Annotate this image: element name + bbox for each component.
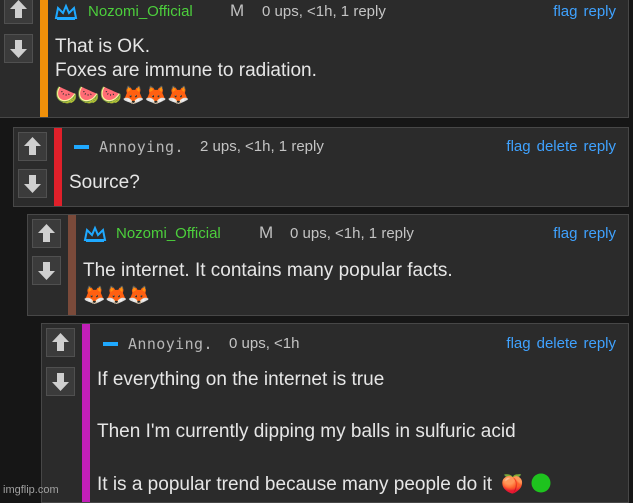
comment-body: The internet. It contains many popular f… [83, 259, 453, 307]
comment-line: Source? [69, 172, 140, 193]
flag-link[interactable]: flag [553, 225, 577, 242]
comment-actions: flag delete reply [500, 335, 616, 352]
watermark: imgflip.com [3, 484, 59, 496]
comment-header: Nozomi_Official M 0 ups, <1h, 1 reply fl… [28, 223, 628, 247]
comment-meta: 0 ups, <1h, 1 reply [262, 3, 386, 20]
delete-link[interactable]: delete [537, 335, 578, 352]
flag-link[interactable]: flag [506, 138, 530, 155]
downvote-button[interactable] [4, 34, 33, 63]
emoji-row: 🍉🍉🍉🦊🦊🦊 [55, 85, 190, 105]
downvote-button[interactable] [18, 169, 47, 198]
comment-text: It is a popular trend because many peopl… [97, 474, 493, 495]
reply-link[interactable]: reply [583, 3, 616, 20]
comment-body: That is OK. Foxes are immune to radiatio… [55, 35, 317, 107]
green-circle-icon [531, 473, 551, 493]
comment-line: Foxes are immune to radiation. [55, 60, 317, 81]
downvote-button[interactable] [32, 256, 61, 285]
reply-link[interactable]: reply [583, 335, 616, 352]
flag-link[interactable]: flag [553, 3, 577, 20]
comment-line: Then I'm currently dipping my balls in s… [97, 421, 516, 442]
comment-header: Annoying. 0 ups, <1h flag delete reply [42, 333, 628, 357]
delete-link[interactable]: delete [537, 138, 578, 155]
reply-link[interactable]: reply [583, 225, 616, 242]
username[interactable]: Nozomi_Official [88, 3, 193, 20]
comment-meta: 0 ups, <1h [229, 335, 300, 352]
comment-header: Nozomi_Official M 0 ups, <1h, 1 reply fl… [0, 1, 628, 25]
peach-emoji: 🍑 [501, 474, 524, 494]
crown-icon [83, 225, 107, 242]
username[interactable]: Annoying. [99, 138, 184, 156]
comment-actions: flag reply [547, 3, 616, 20]
comment-body: If everything on the internet is true Th… [97, 368, 617, 498]
crown-icon [54, 3, 78, 20]
comment-header: Annoying. 2 ups, <1h, 1 reply flag delete… [14, 136, 628, 160]
username[interactable]: Annoying. [128, 335, 213, 353]
mod-badge: M [230, 1, 245, 20]
comment-3: Nozomi_Official M 0 ups, <1h, 1 reply fl… [27, 214, 629, 316]
comment-line [97, 394, 617, 420]
mod-badge: M [259, 223, 274, 242]
comment-1: Nozomi_Official M 0 ups, <1h, 1 reply fl… [0, 0, 629, 118]
comment-line: If everything on the internet is true [97, 369, 385, 390]
comment-actions: flag delete reply [500, 138, 616, 155]
comment-meta: 2 ups, <1h, 1 reply [200, 138, 324, 155]
comment-meta: 0 ups, <1h, 1 reply [290, 225, 414, 242]
emoji-row: 🦊🦊🦊 [83, 285, 151, 305]
comment-line: That is OK. [55, 36, 151, 57]
comment-2: Annoying. 2 ups, <1h, 1 reply flag delete… [13, 127, 629, 207]
anon-badge-icon [74, 145, 89, 149]
comment-line: The internet. It contains many popular f… [83, 260, 453, 281]
flag-link[interactable]: flag [506, 335, 530, 352]
anon-badge-icon [103, 342, 118, 346]
reply-link[interactable]: reply [583, 138, 616, 155]
comment-actions: flag reply [547, 225, 616, 242]
comment-4: Annoying. 0 ups, <1h flag delete reply If … [41, 323, 629, 503]
comment-line: It is a popular trend because many peopl… [97, 472, 617, 498]
username[interactable]: Nozomi_Official [116, 225, 221, 242]
downvote-button[interactable] [46, 367, 75, 396]
comment-body: Source? [69, 171, 140, 195]
comment-line [97, 446, 617, 472]
